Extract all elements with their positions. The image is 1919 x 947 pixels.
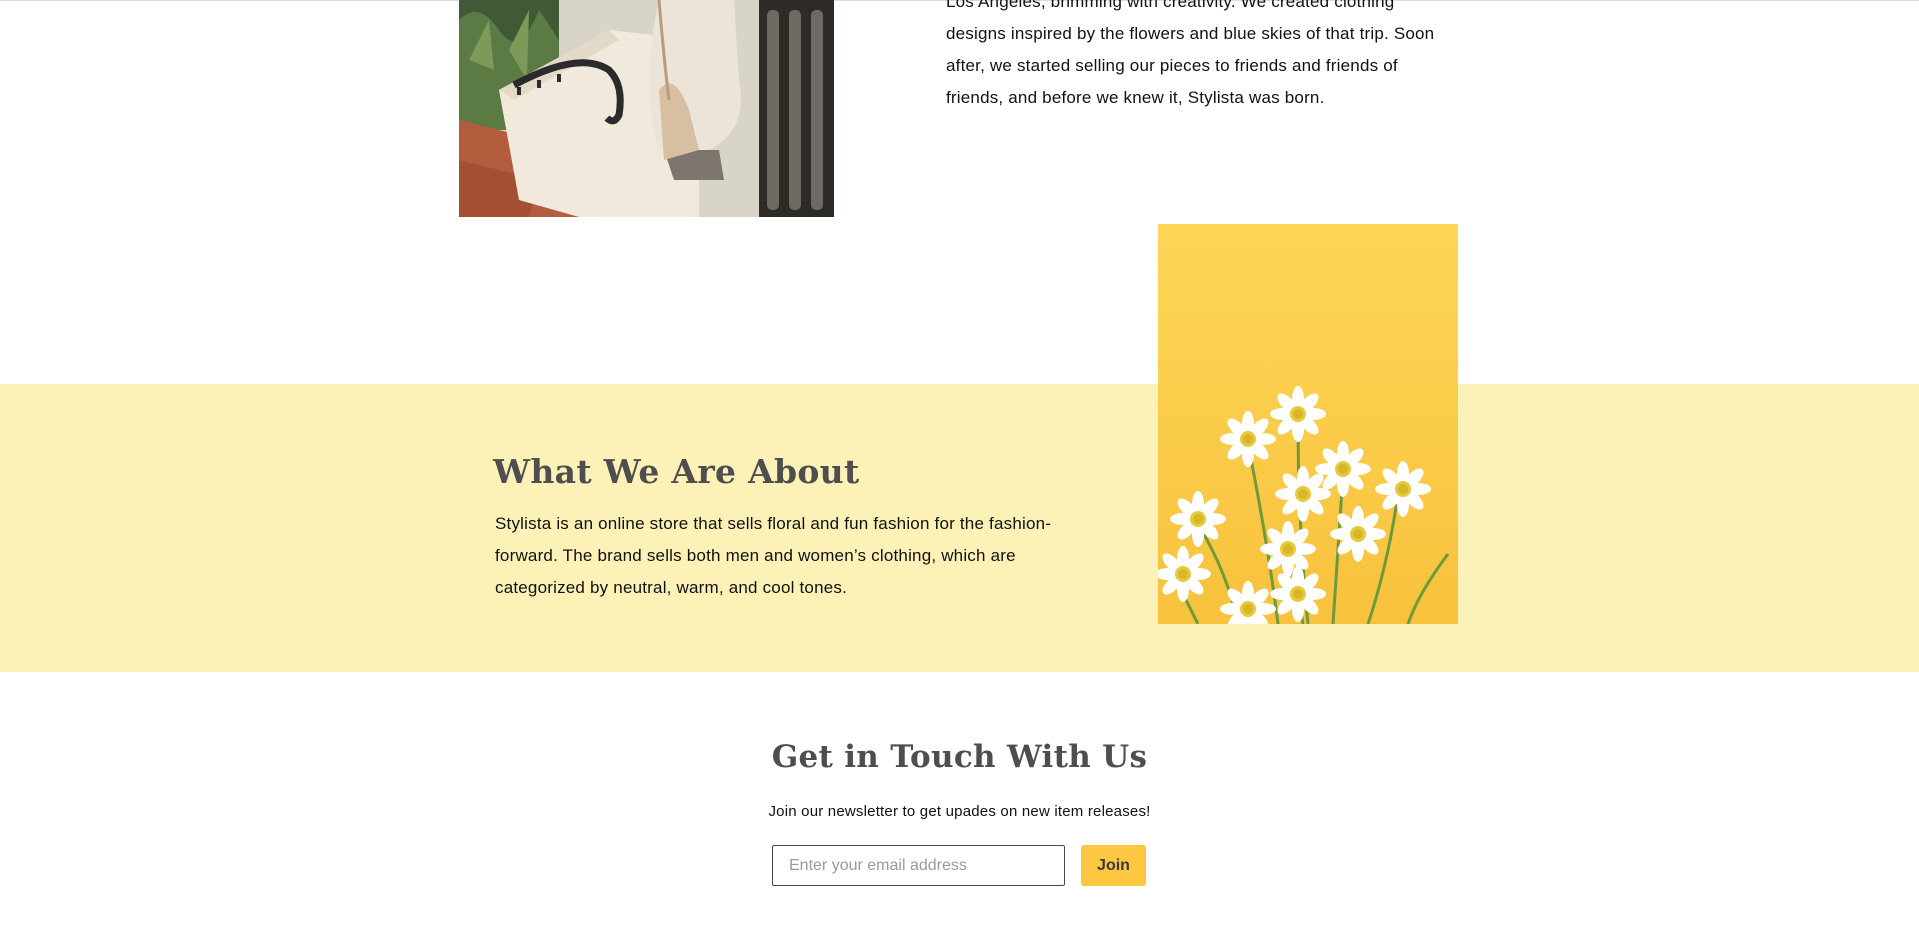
about-heading: What We Are About bbox=[493, 452, 860, 491]
contact-heading: Get in Touch With Us bbox=[771, 739, 1148, 775]
about-paragraph: Stylista is an online store that sells f… bbox=[495, 514, 1052, 597]
newsletter-subtitle: Join our newsletter to get upades on new… bbox=[768, 803, 1151, 820]
join-button[interactable]: Join bbox=[1081, 845, 1146, 886]
story-paragraph: Los Angeles, brimming with creativity. W… bbox=[946, 0, 1435, 107]
daisy-photo bbox=[1158, 224, 1458, 624]
email-input[interactable] bbox=[772, 845, 1065, 886]
story-photo bbox=[459, 0, 834, 217]
